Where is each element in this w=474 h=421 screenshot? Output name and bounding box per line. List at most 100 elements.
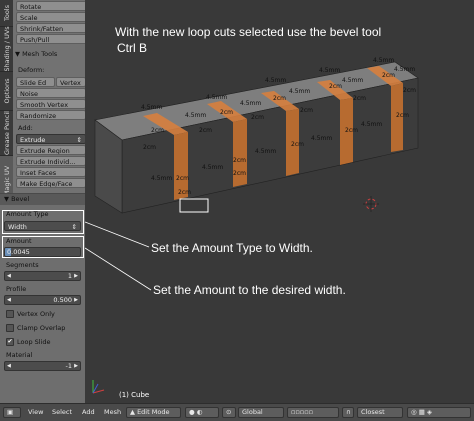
selection-box [179,198,209,213]
slide-vertex-button[interactable]: Vertex [56,77,86,87]
deform-label: Deform: [18,66,45,74]
extrude-individual-button[interactable]: Extrude Individ... [16,156,86,166]
tab-shading-uvs[interactable]: Shading / UVs [0,26,13,72]
layers-icon: ▫▫▫▫▫ [291,408,314,416]
tab-tools[interactable]: Tools [0,0,13,25]
material-field[interactable]: ◀ -1 ▶ [4,361,81,371]
snap-target-dropdown[interactable]: Closest [357,407,403,418]
dimension-label: 2cm [199,127,212,134]
3d-viewport[interactable]: 4.5mm 2cm 2cm 4.5mm 2cm 2cm 4.5mm 2cm 4.… [85,0,474,403]
3d-view-header: ▣ View Select Add Mesh ▲ Edit Mode ● ◐ ⊙… [0,403,474,421]
increment-arrow-icon[interactable]: ▶ [74,272,78,281]
tab-options[interactable]: Options [0,71,13,110]
dimension-label: 2cm [300,107,313,114]
mesh-menu[interactable]: Mesh [104,407,121,418]
dimension-label: 2cm [178,189,191,196]
magnet-icon: ∩ [346,408,351,416]
transform-orientation-dropdown[interactable]: Global [238,407,284,418]
dimension-label: 4.5mm [202,164,224,171]
loop-slide-checkbox[interactable]: ✔ Loop Slide [6,338,51,346]
segments-field[interactable]: ◀ 1 ▶ [4,271,81,281]
pivot-icon: ⊙ [226,408,232,416]
editor-type-selector[interactable]: ▣ [3,407,21,418]
dimension-label: 2cm [251,114,264,121]
add-label: Add: [18,124,33,132]
vertex-only-checkbox[interactable]: Vertex Only [6,310,55,318]
blender-window: Tools Shading / UVs Options Grease Penci… [0,0,474,421]
dimension-label: 2cm [220,109,233,116]
smooth-vertex-button[interactable]: Smooth Vertex [16,99,86,109]
pivot-point-dropdown[interactable]: ⊙ [222,407,236,418]
viewport-shading-dropdown[interactable]: ● ◐ [185,407,219,418]
shrink-fatten-button[interactable]: Shrink/Fatten [16,23,88,33]
tab-grease-pencil[interactable]: Grease Pencil [0,110,13,155]
tool-shelf: Rotate Scale Shrink/Fatten Push/Pull ▼ M… [13,0,96,193]
dimension-label: 4.5mm [255,148,277,155]
dimension-label: 2cm [291,141,304,148]
dimension-label: 2cm [176,175,189,182]
annotation-line [85,221,150,248]
dimension-label: 2cm [273,95,286,102]
dimension-label: 2cm [353,95,366,102]
increment-arrow-icon[interactable]: ▶ [74,296,78,305]
profile-field[interactable]: ◀ 0.500 ▶ [4,295,81,305]
dimension-label: 4.5mm [342,77,364,84]
dimension-label: 2cm [403,87,416,94]
rotate-button[interactable]: Rotate [16,1,88,11]
dimension-label: 4.5mm [319,67,341,74]
dimension-label: 2cm [233,157,246,164]
checkmark-icon: ✔ [6,338,14,346]
layer-buttons[interactable]: ▫▫▫▫▫ [287,407,339,418]
select-menu[interactable]: Select [52,407,72,418]
dimension-label: 2cm [151,127,164,134]
checkbox-box [6,310,14,318]
make-edge-face-button[interactable]: Make Edge/Face [16,178,86,188]
slide-edge-button[interactable]: Slide Ed [16,77,55,87]
view-menu[interactable]: View [28,407,43,418]
extrude-dropdown[interactable]: Extrude ⇕ [16,134,86,144]
shortcut-text: Ctrl B [117,41,147,55]
decrement-arrow-icon[interactable]: ◀ [7,272,11,281]
increment-arrow-icon[interactable]: ▶ [74,362,78,371]
extrude-region-button[interactable]: Extrude Region [16,145,86,155]
dimension-label: 4.5mm [373,57,395,64]
dimension-label: 4.5mm [151,175,173,182]
updown-arrows-icon: ⇕ [76,136,82,144]
randomize-button[interactable]: Randomize [16,110,86,120]
bevel-panel-header[interactable]: ▼ Bevel [0,194,85,205]
clamp-overlap-checkbox[interactable]: Clamp Overlap [6,324,65,332]
mesh-tools-panel-header[interactable]: ▼ Mesh Tools [15,50,57,58]
decrement-arrow-icon[interactable]: ◀ [7,362,11,371]
dimension-label: 4.5mm [361,121,383,128]
annotation-amount-type: Set the Amount Type to Width. [151,241,313,255]
instruction-text: With the new loop cuts selected use the … [115,25,382,39]
dimension-label: 2cm [233,170,246,177]
mode-dropdown[interactable]: ▲ Edit Mode [126,407,181,418]
annotation-line [85,247,152,291]
axis-gizmo-icon [92,380,105,394]
decrement-arrow-icon[interactable]: ◀ [7,296,11,305]
segments-label: Segments [6,261,39,269]
noise-button[interactable]: Noise [16,88,86,98]
dimension-label: 2cm [396,112,409,119]
proportional-editing-buttons[interactable]: ◎ ▦ ◈ [407,407,471,418]
add-menu[interactable]: Add [82,407,95,418]
dimension-label: 4.5mm [394,66,416,73]
dimension-label: 4.5mm [185,112,207,119]
checkbox-box [6,324,14,332]
inset-faces-button[interactable]: Inset Faces [16,167,86,177]
dimension-label: 4.5mm [206,94,228,101]
3d-cursor-icon[interactable] [363,196,379,212]
tool-shelf-tabs: Tools Shading / UVs Options Grease Penci… [0,0,14,206]
proportional-icon: ◎ ▦ ◈ [411,408,432,416]
push-pull-button[interactable]: Push/Pull [16,34,88,44]
dimension-label: 4.5mm [240,100,262,107]
amount-type-highlight-box [2,210,84,234]
scale-button[interactable]: Scale [16,12,88,22]
viewport-scene [85,61,419,394]
dimension-label: 2cm [345,127,358,134]
active-object-label: (1) Cube [119,391,150,399]
snap-toggle[interactable]: ∩ [342,407,354,418]
sphere-icon: ● ◐ [189,408,203,416]
dimension-label: 4.5mm [311,135,333,142]
